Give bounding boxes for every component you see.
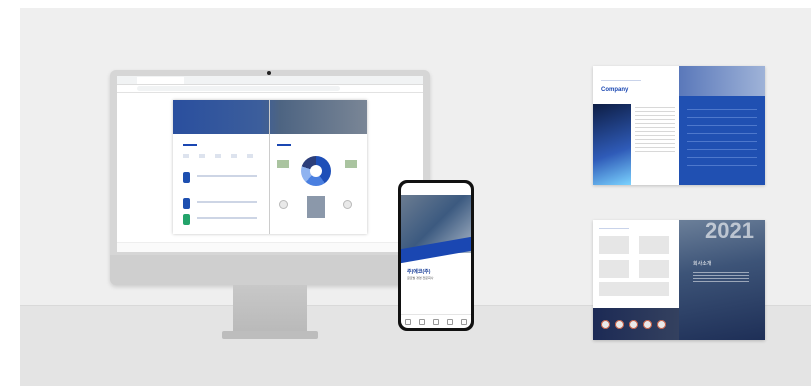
nav-icon[interactable] (433, 319, 439, 325)
text-line (197, 175, 257, 177)
nav-icon[interactable] (447, 319, 453, 325)
nav-icon[interactable] (461, 319, 467, 325)
smartphone: 주)에코(주) 글로벌 경영 전문회사 (398, 180, 474, 331)
text-line (197, 217, 257, 219)
icon-circle (657, 320, 666, 329)
panel-photo (679, 66, 765, 96)
monitor-foot (222, 331, 318, 339)
divider (601, 80, 641, 81)
brochure-spread-company: Company (593, 66, 765, 185)
spread-heading: Company (601, 87, 629, 93)
section-heading (277, 144, 291, 146)
content-block (231, 154, 237, 158)
browser-tab[interactable] (137, 77, 184, 84)
monitor-stand (233, 285, 307, 333)
phone-screen: 주)에코(주) 글로벌 경영 전문회사 (401, 183, 471, 328)
content-box (639, 260, 669, 278)
phone-subtitle: 글로벌 경영 전문회사 (407, 276, 434, 280)
phone-title: 주)에코(주) (407, 269, 431, 275)
content-block (183, 154, 189, 158)
body-text (635, 104, 675, 154)
illustration (345, 160, 357, 168)
photo-heading: 회사소개 (693, 261, 712, 267)
building-photo (593, 104, 631, 185)
year-label: 2021 (705, 220, 754, 243)
phone-nav-bar (401, 314, 471, 328)
camera-icon (267, 71, 271, 75)
list-rows (687, 102, 757, 172)
nav-icon[interactable] (419, 319, 425, 325)
blue-badge (183, 198, 190, 209)
icon-circle (615, 320, 624, 329)
illustration (277, 160, 289, 168)
divider (599, 228, 629, 229)
url-field[interactable] (137, 86, 340, 91)
content-box (599, 282, 669, 296)
monitor-chin (110, 255, 430, 285)
donut-diagram (301, 156, 331, 186)
monitor-screen (117, 76, 423, 252)
nav-icon[interactable] (405, 319, 411, 325)
content-block (199, 154, 205, 158)
product-image (307, 196, 325, 218)
content-box (599, 260, 629, 278)
icon-circle (643, 320, 652, 329)
content-block (215, 154, 221, 158)
green-badge (183, 214, 190, 225)
desktop-monitor (110, 70, 430, 285)
icon-circle (343, 200, 352, 209)
browser-titlebar (117, 76, 423, 85)
content-block (247, 154, 253, 158)
icon-circle (601, 320, 610, 329)
text-line (197, 201, 257, 203)
blue-badge (183, 172, 190, 183)
icon-circle (279, 200, 288, 209)
brochure-spread-2021: 2021 회사소개 (593, 220, 765, 340)
viewer-toolbar (117, 242, 423, 252)
page-fold (269, 100, 270, 234)
brochure-spread (173, 100, 367, 234)
photo-caption (693, 270, 749, 282)
hero-image (173, 100, 367, 134)
section-heading (183, 144, 197, 146)
content-box (639, 236, 669, 254)
icon-circle (629, 320, 638, 329)
browser-addressbar (117, 85, 423, 93)
content-box (599, 236, 629, 254)
